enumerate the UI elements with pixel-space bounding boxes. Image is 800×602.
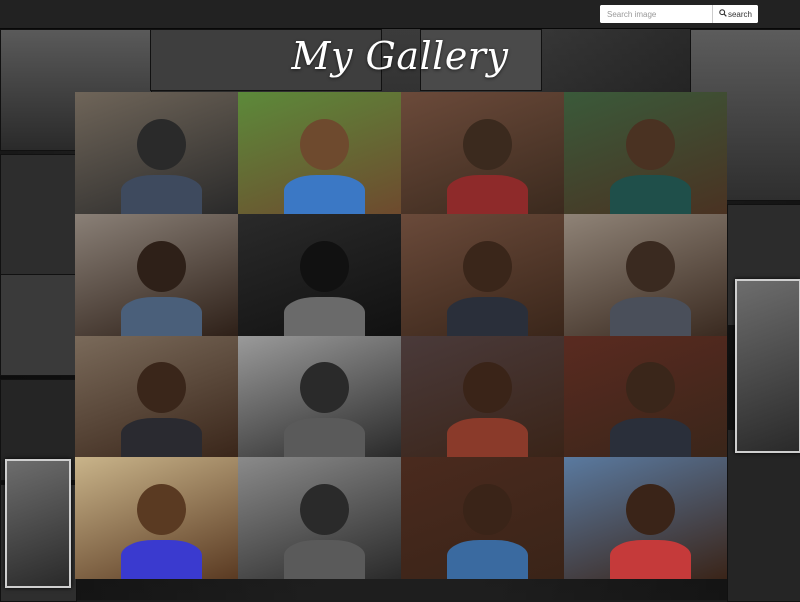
search-icon: [719, 9, 727, 19]
photo-subject-face: [625, 118, 675, 170]
photo-subject-face: [462, 362, 512, 414]
photo-grid: [75, 92, 727, 579]
photo-subject-face: [462, 240, 512, 292]
photo-subject-face: [136, 362, 186, 414]
page-title: My Gallery: [291, 34, 509, 78]
photo-subject-body: [120, 418, 203, 458]
photo-subject-body: [120, 296, 203, 336]
gallery-photo[interactable]: [401, 457, 564, 579]
photo-subject-face: [299, 484, 349, 536]
photo-subject-face: [136, 484, 186, 536]
photo-subject-face: [136, 240, 186, 292]
photo-subject-body: [446, 174, 529, 214]
photo-subject-face: [299, 362, 349, 414]
search-input[interactable]: [600, 5, 713, 23]
gallery-photo[interactable]: [401, 335, 564, 458]
gallery-photo[interactable]: [564, 213, 727, 336]
top-navbar: search: [0, 0, 800, 29]
search-button[interactable]: search: [713, 5, 758, 23]
background-photo: [727, 429, 800, 602]
gallery-photo[interactable]: [238, 213, 401, 336]
photo-subject-body: [609, 418, 692, 458]
gallery-photo[interactable]: [75, 92, 238, 214]
photo-subject-face: [625, 362, 675, 414]
photo-subject-body: [283, 540, 366, 579]
photo-subject-body: [283, 296, 366, 336]
gallery-photo[interactable]: [75, 335, 238, 458]
gallery-photo[interactable]: [401, 213, 564, 336]
photo-subject-face: [462, 484, 512, 536]
photo-subject-body: [283, 174, 366, 214]
photo-subject-body: [120, 174, 203, 214]
gallery-photo[interactable]: [75, 457, 238, 579]
gallery-photo[interactable]: [75, 213, 238, 336]
photo-subject-body: [446, 296, 529, 336]
search-form: search: [600, 5, 758, 23]
gallery-photo[interactable]: [401, 92, 564, 214]
photo-subject-face: [299, 240, 349, 292]
gallery-photo[interactable]: [238, 92, 401, 214]
gallery-photo[interactable]: [564, 457, 727, 579]
photo-subject-face: [136, 118, 186, 170]
photo-subject-face: [299, 118, 349, 170]
photo-subject-body: [446, 540, 529, 579]
search-button-label: search: [727, 9, 752, 19]
photo-subject-body: [283, 418, 366, 458]
photo-subject-body: [446, 418, 529, 458]
photo-subject-body: [609, 540, 692, 579]
gallery-photo[interactable]: [564, 335, 727, 458]
gallery-photo[interactable]: [564, 92, 727, 214]
photo-subject-face: [625, 484, 675, 536]
photo-subject-body: [609, 174, 692, 214]
background-photo: [735, 279, 800, 453]
photo-subject-body: [609, 296, 692, 336]
photo-subject-body: [120, 540, 203, 579]
gallery-photo[interactable]: [238, 335, 401, 458]
gallery-photo[interactable]: [238, 457, 401, 579]
photo-subject-face: [625, 240, 675, 292]
background-photo: [5, 459, 71, 588]
photo-subject-face: [462, 118, 512, 170]
background-photo: [0, 154, 77, 276]
background-photo: [0, 274, 77, 376]
